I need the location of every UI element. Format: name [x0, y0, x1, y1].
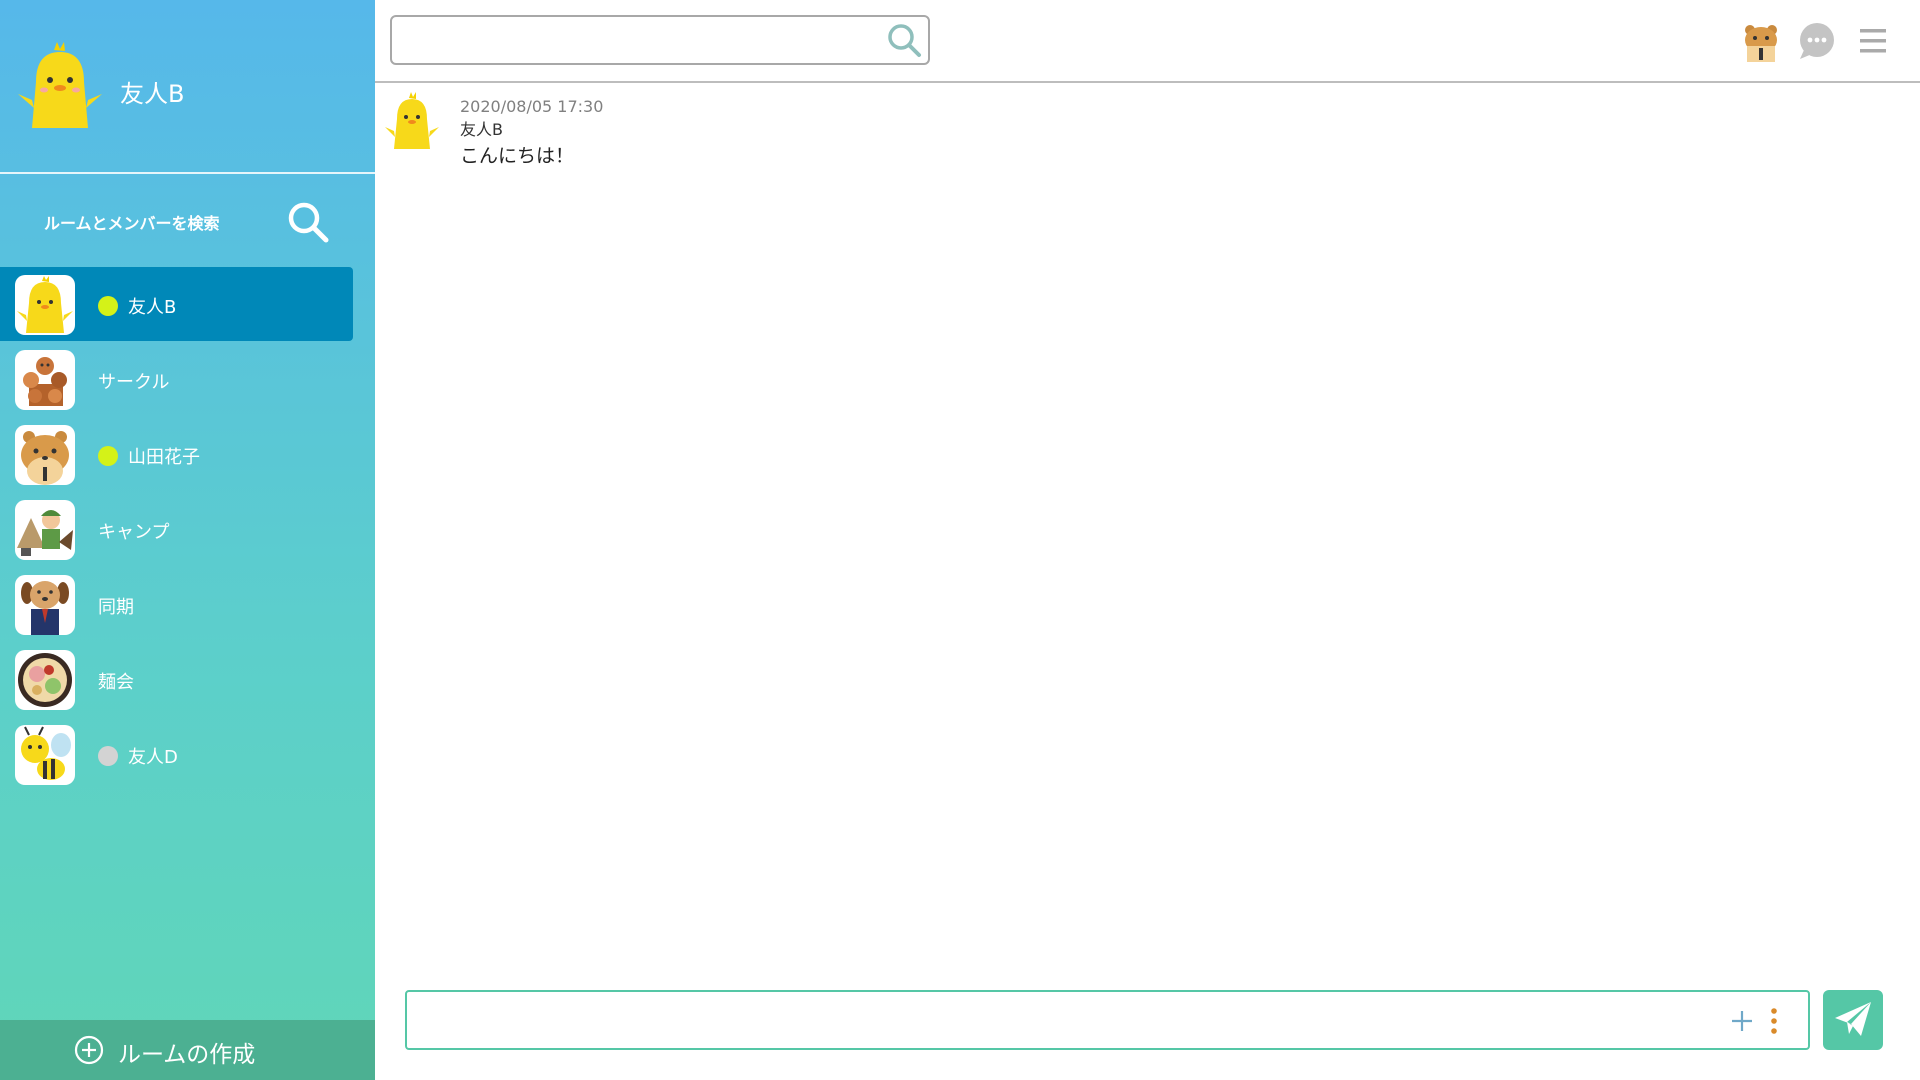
online-status-dot: [98, 296, 118, 316]
room-item-yamada-hanako[interactable]: 山田花子: [0, 417, 353, 491]
more-vertical-icon[interactable]: [1767, 1006, 1781, 1036]
create-room-label: ルームの作成: [118, 1042, 256, 1068]
room-name: 麺会: [98, 672, 134, 693]
hamster-icon: [21, 431, 69, 485]
room-name: 山田花子: [128, 447, 200, 468]
room-avatar: [15, 725, 75, 785]
sidebar: 友人B ルームとメンバーを検索 友人B サークル 山田花子 キャンプ 同期 麺会…: [0, 0, 375, 1080]
room-item-circle[interactable]: サークル: [0, 342, 353, 416]
dog-businessman-icon: [21, 581, 69, 635]
top-bar: [375, 0, 1920, 83]
profile-name: 友人B: [120, 80, 185, 108]
plus-circle-icon: [74, 1035, 104, 1065]
room-avatar: [15, 275, 75, 335]
message-sender: 友人B: [460, 120, 503, 139]
room-name: 友人B: [128, 297, 177, 318]
plus-icon[interactable]: [1729, 1008, 1755, 1034]
room-avatar: [15, 650, 75, 710]
room-avatar: [15, 575, 75, 635]
chick-icon: [17, 276, 73, 333]
hamburger-menu-icon[interactable]: [1858, 26, 1888, 56]
room-avatar: [15, 500, 75, 560]
hamster-icon[interactable]: [1742, 22, 1780, 62]
room-name: 同期: [98, 597, 134, 618]
camper-icon: [17, 510, 73, 556]
room-avatar: [15, 425, 75, 485]
room-item-friend-d[interactable]: 友人D: [0, 717, 353, 791]
message-timestamp: 2020/08/05 17:30: [460, 97, 604, 116]
send-button[interactable]: [1823, 990, 1883, 1050]
search-icon[interactable]: [884, 20, 924, 60]
search-icon[interactable]: [286, 200, 330, 244]
group-animals-icon: [23, 357, 67, 406]
room-name: 友人D: [128, 747, 178, 768]
online-status-dot: [98, 446, 118, 466]
offline-status-dot: [98, 746, 118, 766]
message-composer: [405, 990, 1810, 1050]
message-input[interactable]: [419, 1002, 1703, 1042]
room-name: サークル: [98, 372, 170, 393]
chick-icon: [385, 92, 439, 149]
profile-header: 友人B: [0, 0, 375, 174]
message-search-box: [390, 15, 930, 65]
message-text: こんにちは！: [460, 145, 575, 167]
message-search-input[interactable]: [402, 25, 866, 57]
create-room-button[interactable]: ルームの作成: [0, 1020, 375, 1080]
room-member-search-label: ルームとメンバーを検索: [44, 214, 220, 233]
room-item-douki[interactable]: 同期: [0, 567, 353, 641]
chat-bubble-icon[interactable]: [1798, 22, 1836, 60]
message-area: 2020/08/05 17:30 友人B こんにちは！: [375, 83, 1920, 983]
room-avatar: [15, 350, 75, 410]
room-item-camp[interactable]: キャンプ: [0, 492, 353, 566]
room-name: キャンプ: [98, 522, 170, 543]
ramen-bowl-icon: [18, 653, 72, 707]
room-member-search[interactable]: ルームとメンバーを検索: [0, 190, 375, 260]
bee-icon: [21, 726, 71, 780]
room-item-menkai[interactable]: 麺会: [0, 642, 353, 716]
paper-plane-icon: [1835, 1002, 1871, 1036]
room-list: 友人B サークル 山田花子 キャンプ 同期 麺会 友人D: [0, 267, 375, 792]
chick-icon: [18, 42, 102, 128]
room-item-friend-b[interactable]: 友人B: [0, 267, 353, 341]
